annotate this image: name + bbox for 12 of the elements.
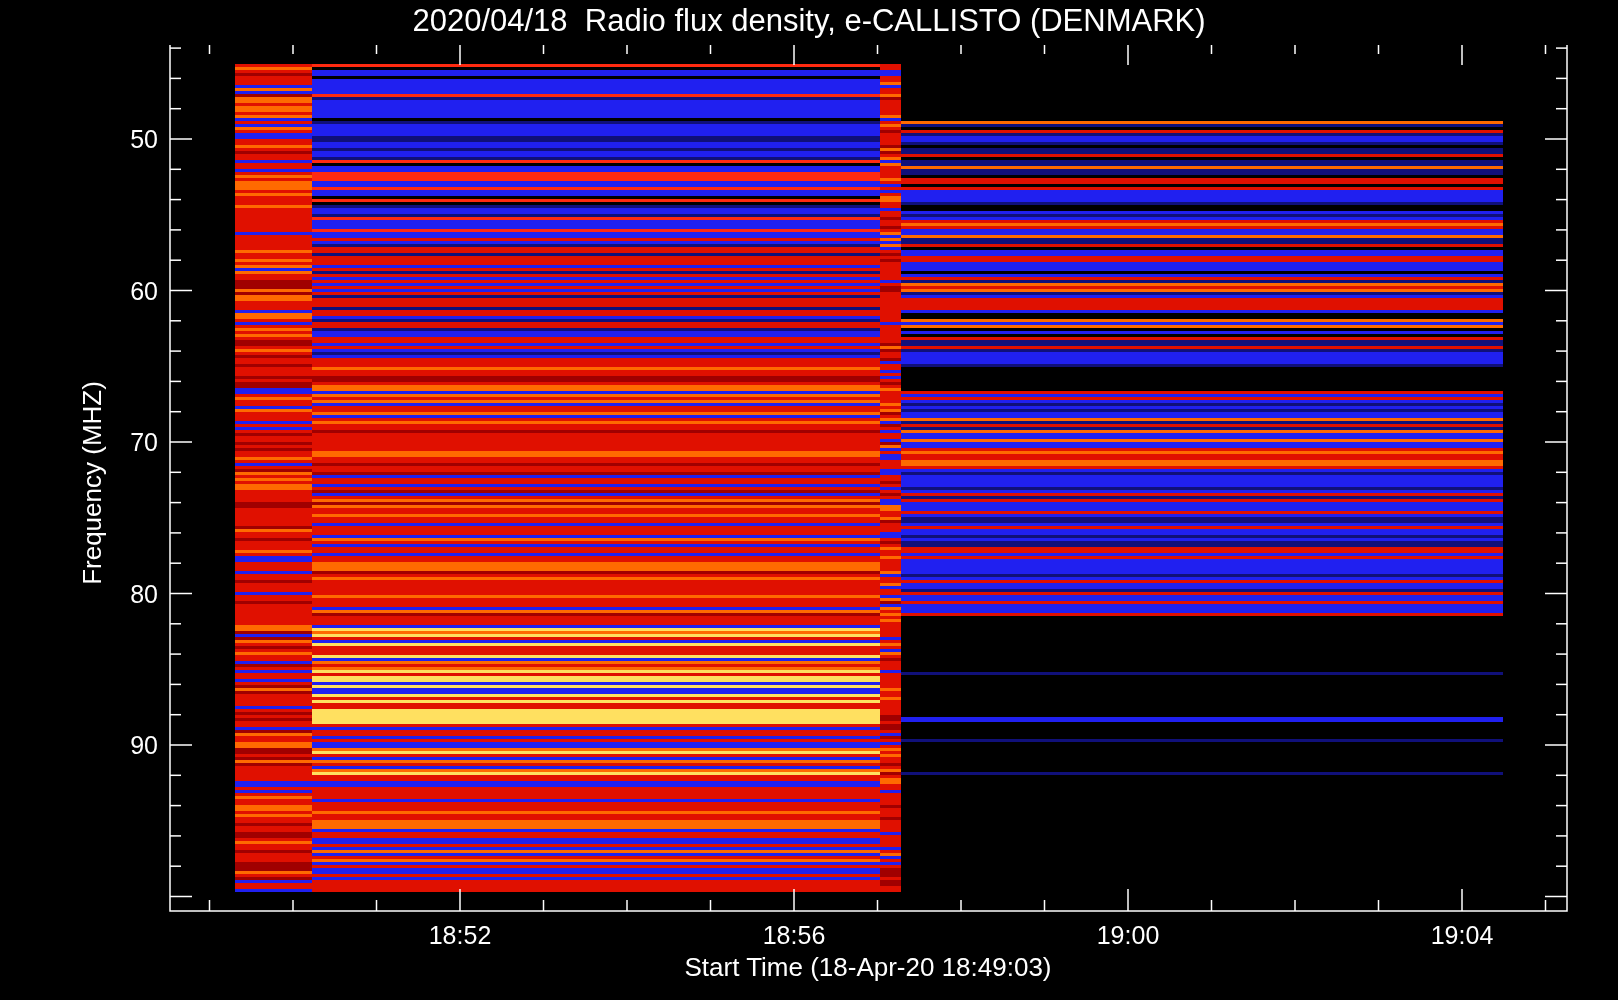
- y-axis-label: Frequency (MHZ): [77, 381, 107, 585]
- chart-title: 2020/04/18 Radio flux density, e-CALLISTO (DENMARK): [412, 2, 1206, 40]
- x-tick-label: 18:56: [762, 921, 826, 949]
- x-tick-label: 19:04: [1430, 921, 1494, 949]
- x-axis-label: Start Time (18-Apr-20 18:49:03): [684, 952, 1052, 982]
- y-tick-label: 80: [130, 579, 158, 608]
- y-tick-label: 70: [130, 428, 158, 456]
- x-tick-label: 18:52: [428, 921, 492, 949]
- y-tick-label: 60: [130, 276, 158, 305]
- y-tick-label: 90: [130, 731, 158, 759]
- y-tick-label: 50: [130, 125, 158, 153]
- x-tick-label: 19:00: [1096, 921, 1160, 949]
